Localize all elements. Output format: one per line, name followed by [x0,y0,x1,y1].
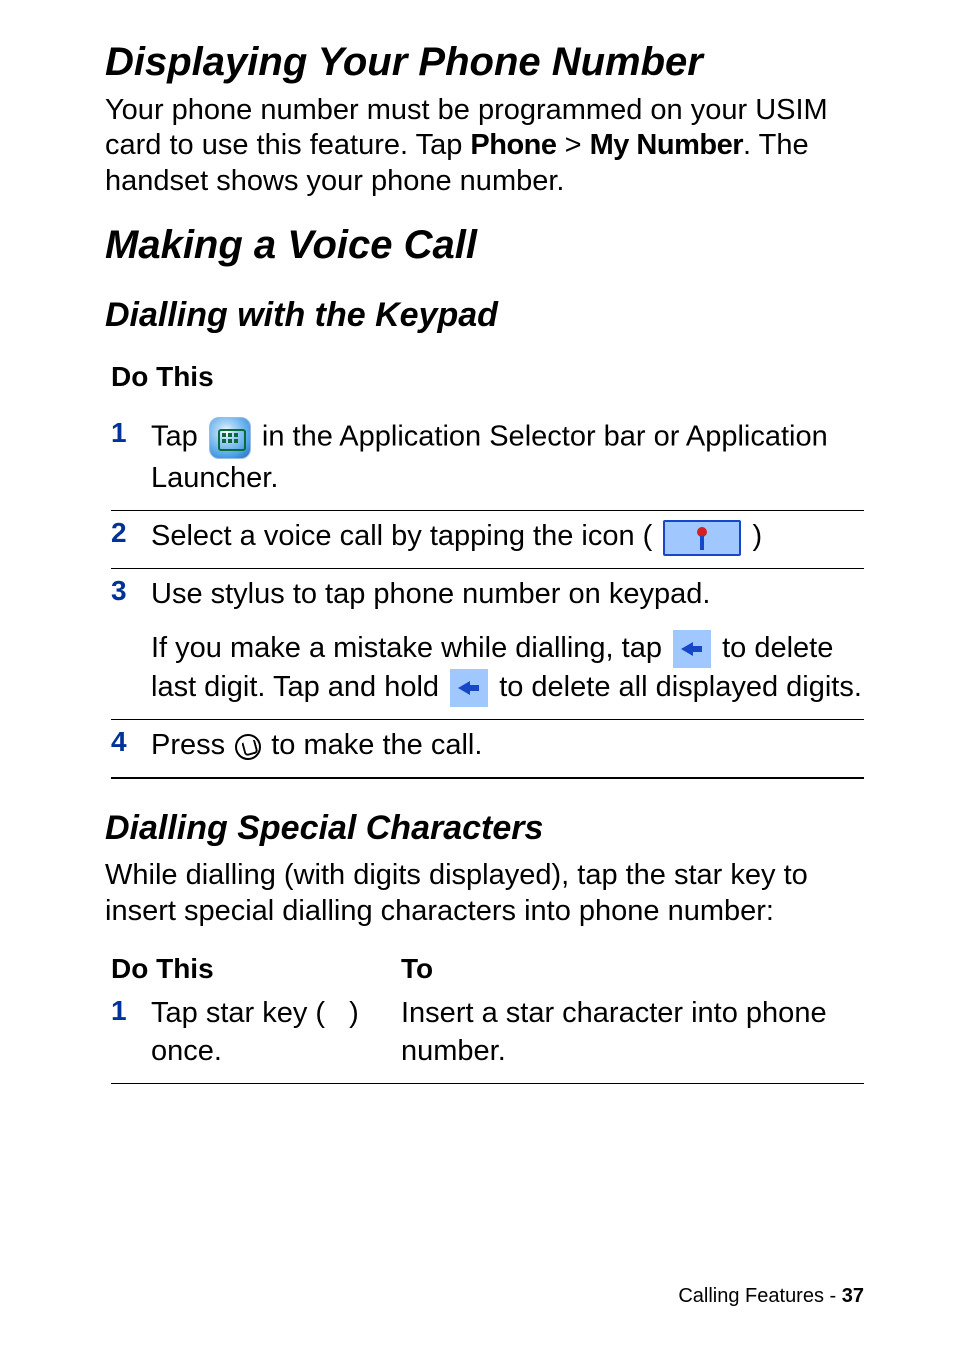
ui-label-my-number: My Number [590,129,743,161]
delete-arrow-icon [673,630,711,668]
heading-dialling-special: Dialling Special Characters [105,809,864,848]
step-body: Use stylus to tap phone number on keypad… [151,575,864,707]
text: Tap star key ( [151,997,325,1029]
para-display-number: Your phone number must be programmed on … [105,93,864,199]
step-row-4: 4 Press to make the call. [111,720,864,779]
heading-dialling-keypad: Dialling with the Keypad [105,296,864,335]
voice-call-tab-icon [663,520,741,556]
footer-section-label: Calling Features - [678,1285,841,1307]
table-header-row: Do This To [111,953,864,985]
step-number: 4 [111,726,151,758]
call-button-icon [235,734,261,760]
cell-to: Insert a star character into phone numbe… [401,995,864,1070]
column-header-do-this: Do This [111,953,401,985]
text: Tap [151,421,206,453]
step-number: 1 [111,995,151,1027]
text: > [557,129,590,161]
phone-app-icon [209,417,251,459]
step-body: Tap in the Application Selector bar or A… [151,417,864,498]
text: Use stylus to tap phone number on keypad… [151,575,864,614]
step-subtext: If you make a mistake while dialling, ta… [151,629,864,708]
step-row-3: 3 Use stylus to tap phone number on keyp… [111,569,864,720]
delete-arrow-icon [450,669,488,707]
heading-displaying-phone-number: Displaying Your Phone Number [105,40,864,85]
page: Displaying Your Phone Number Your phone … [0,0,954,1348]
page-number: 37 [842,1285,864,1307]
step-row-2: 2 Select a voice call by tapping the ico… [111,511,864,569]
step-row-1: 1 Tap in the Application Selector bar or… [111,411,864,511]
special-chars-table: Do This To 1 Tap star key () once. Inser… [105,953,864,1083]
steps-table: Do This 1 Tap in the Application Selecto… [111,361,864,779]
ui-label-phone: Phone [470,129,556,161]
page-footer: Calling Features - 37 [678,1285,864,1308]
text: to make the call. [263,729,482,761]
step-number: 3 [111,575,151,607]
table-row: 1 Tap star key () once. Insert a star ch… [111,995,864,1083]
step-body: Press to make the call. [151,726,864,765]
text: Select a voice call by tapping the icon … [151,520,652,552]
cell-do-this: Tap star key () once. [151,995,401,1070]
text: If you make a mistake while dialling, ta… [151,632,670,664]
step-number: 2 [111,517,151,549]
column-header-do-this: Do This [111,361,864,393]
text: to delete all displayed digits. [499,671,862,703]
heading-making-voice-call: Making a Voice Call [105,223,864,268]
text: in the Application Selector bar or Appli… [151,421,828,494]
text: ) [752,520,762,552]
para-special-chars: While dialling (with digits displayed), … [105,858,864,929]
step-number: 1 [111,417,151,449]
column-header-to: To [401,953,864,985]
step-body: Select a voice call by tapping the icon … [151,517,864,556]
text: Press [151,729,233,761]
